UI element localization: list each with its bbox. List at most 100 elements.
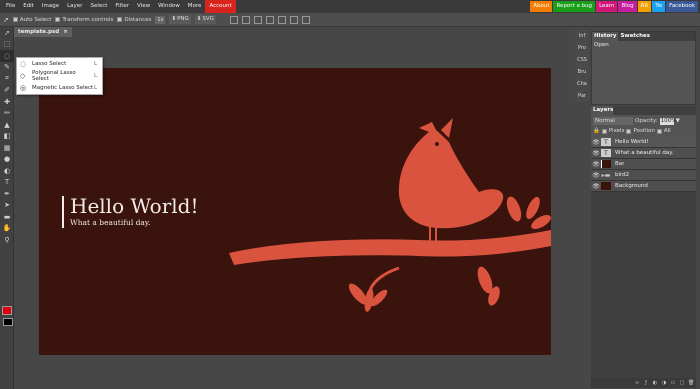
auto-select-option[interactable]: Auto Select — [12, 16, 52, 23]
eye-icon[interactable]: 👁 — [591, 161, 601, 168]
document-tab[interactable]: template.psd × — [14, 27, 72, 37]
tab-swatches[interactable]: Swatches — [618, 32, 652, 41]
properties-panel-button[interactable]: Pro — [575, 42, 589, 54]
layer-effects-icon[interactable]: ƒ — [643, 380, 649, 386]
lock-all-checkbox[interactable] — [656, 128, 662, 134]
quick-select-tool-icon[interactable]: ✎ — [0, 62, 14, 74]
menu-filter[interactable]: Filter — [111, 0, 133, 13]
menu-edit[interactable]: Edit — [19, 0, 38, 13]
magnetic-lasso-label: Magnetic Lasso Select — [32, 85, 94, 91]
distances-checkbox[interactable] — [117, 17, 123, 22]
facebook-link[interactable]: Facebook — [666, 1, 698, 12]
layer-row[interactable]: 👁 T What a beautiful day. — [591, 148, 696, 159]
pen-tool-icon[interactable]: ✒ — [0, 188, 14, 200]
layer-mask-icon[interactable]: ◐ — [652, 380, 658, 386]
lock-icon: 🔒 — [593, 128, 600, 134]
menu-select[interactable]: Select — [86, 0, 111, 13]
menu-layer[interactable]: Layer — [63, 0, 86, 13]
align-left-icon[interactable] — [229, 15, 238, 24]
layer-row[interactable]: 👁 ▸▬ bird2 — [591, 170, 696, 181]
shape-tool-icon[interactable]: ▬ — [0, 211, 14, 223]
css-panel-button[interactable]: CSS — [575, 54, 589, 66]
foreground-color-swatch[interactable] — [2, 306, 12, 315]
marquee-tool-icon[interactable]: ⬚ — [0, 39, 14, 51]
dropdown-arrow-icon[interactable]: ▼ — [676, 118, 680, 124]
align-top-icon[interactable] — [265, 15, 274, 24]
opacity-input[interactable]: 100% — [659, 117, 676, 125]
hand-tool-icon[interactable]: ✋ — [0, 223, 14, 235]
export-svg-button[interactable]: ⬇ SVG — [194, 15, 216, 24]
info-panel-button[interactable]: Inf — [575, 30, 589, 42]
blend-mode-select[interactable]: Normal — [593, 117, 633, 125]
auto-select-label: Auto Select — [19, 16, 52, 23]
link-layers-icon[interactable]: ∞ — [634, 380, 640, 386]
lock-position-checkbox[interactable] — [626, 128, 632, 134]
character-panel-button[interactable]: Cha — [575, 78, 589, 90]
blur-tool-icon[interactable]: ● — [0, 154, 14, 166]
zoom-tool-icon[interactable]: ⚲ — [0, 234, 14, 246]
background-color-swatch[interactable] — [3, 318, 13, 326]
align-center-icon[interactable] — [241, 15, 250, 24]
transform-controls-option[interactable]: Transform controls — [55, 17, 113, 23]
eye-icon[interactable]: 👁 — [591, 172, 601, 179]
align-middle-icon[interactable] — [277, 15, 286, 24]
gradient-tool-icon[interactable]: ▦ — [0, 142, 14, 154]
dodge-tool-icon[interactable]: ◐ — [0, 165, 14, 177]
layer-name: What a beautiful day. — [615, 150, 674, 156]
auto-select-checkbox[interactable] — [12, 17, 18, 22]
layers-title[interactable]: Layers — [591, 106, 613, 115]
lock-pixels-checkbox[interactable] — [601, 128, 607, 134]
magnetic-lasso-option[interactable]: ◎ Magnetic Lasso Select L — [17, 82, 102, 94]
eye-icon[interactable]: 👁 — [591, 150, 601, 157]
close-icon[interactable]: × — [63, 27, 68, 37]
shortcut-key: L — [94, 73, 98, 79]
learn-link[interactable]: Learn — [596, 1, 618, 12]
align-bottom-icon[interactable] — [289, 15, 298, 24]
ar-link[interactable]: AR — [637, 1, 652, 12]
menu-window[interactable]: Window — [154, 0, 184, 13]
report-bug-link[interactable]: Report a bug — [553, 1, 596, 12]
art-subtitle: What a beautiful day. — [70, 218, 151, 227]
layer-row[interactable]: 👁 T Hello World! — [591, 137, 696, 148]
lasso-select-option[interactable]: ◌ Lasso Select L — [17, 58, 102, 70]
history-item[interactable]: Open — [592, 41, 695, 50]
eye-icon[interactable]: 👁 — [591, 183, 601, 190]
menu-file[interactable]: File — [2, 0, 19, 13]
transform-controls-checkbox[interactable] — [55, 17, 61, 22]
eye-icon[interactable]: 👁 — [591, 139, 601, 146]
twitter-link[interactable]: Tw — [652, 1, 666, 12]
blog-link[interactable]: Blog — [618, 1, 637, 12]
align-right-icon[interactable] — [253, 15, 262, 24]
export-png-button[interactable]: ⬇ PNG — [169, 15, 191, 24]
eyedropper-tool-icon[interactable]: ✐ — [0, 85, 14, 97]
layer-row[interactable]: 👁 Background — [591, 181, 696, 192]
new-group-icon[interactable]: ▭ — [670, 380, 676, 386]
brush-panel-button[interactable]: Bru — [575, 66, 589, 78]
menu-more[interactable]: More — [184, 0, 206, 13]
scale-select[interactable]: 1x — [155, 15, 166, 24]
polygonal-lasso-option[interactable]: ◇ Polygonal Lasso Select L — [17, 70, 102, 82]
distances-option[interactable]: Distances — [117, 17, 151, 23]
document-canvas[interactable]: Hello World! What a beautiful day. — [39, 68, 551, 355]
text-tool-icon[interactable]: T — [0, 177, 14, 189]
delete-layer-icon[interactable]: 🗑 — [688, 380, 694, 386]
stamp-tool-icon[interactable]: ▲ — [0, 119, 14, 131]
eraser-tool-icon[interactable]: ◧ — [0, 131, 14, 143]
adjustment-layer-icon[interactable]: ◑ — [661, 380, 667, 386]
new-layer-icon[interactable]: □ — [679, 380, 685, 386]
spot-heal-tool-icon[interactable]: ✚ — [0, 96, 14, 108]
menu-account[interactable]: Account — [205, 0, 236, 13]
tab-history[interactable]: History — [592, 32, 619, 41]
menu-image[interactable]: Image — [38, 0, 63, 13]
paragraph-panel-button[interactable]: Par — [575, 90, 589, 102]
about-link[interactable]: About — [530, 1, 553, 12]
crop-tool-icon[interactable]: ⌗ — [0, 73, 14, 85]
menu-view[interactable]: View — [133, 0, 154, 13]
layer-row[interactable]: 👁 Bar — [591, 159, 696, 170]
path-select-tool-icon[interactable]: ➤ — [0, 200, 14, 212]
lasso-tool-icon[interactable]: ◌ — [0, 50, 14, 62]
options-toolbar: ➚ Auto Select Transform controls Distanc… — [0, 13, 700, 27]
distribute-icon[interactable] — [301, 15, 310, 24]
brush-tool-icon[interactable]: ✏ — [0, 108, 14, 120]
move-tool-icon[interactable]: ➚ — [0, 27, 14, 39]
